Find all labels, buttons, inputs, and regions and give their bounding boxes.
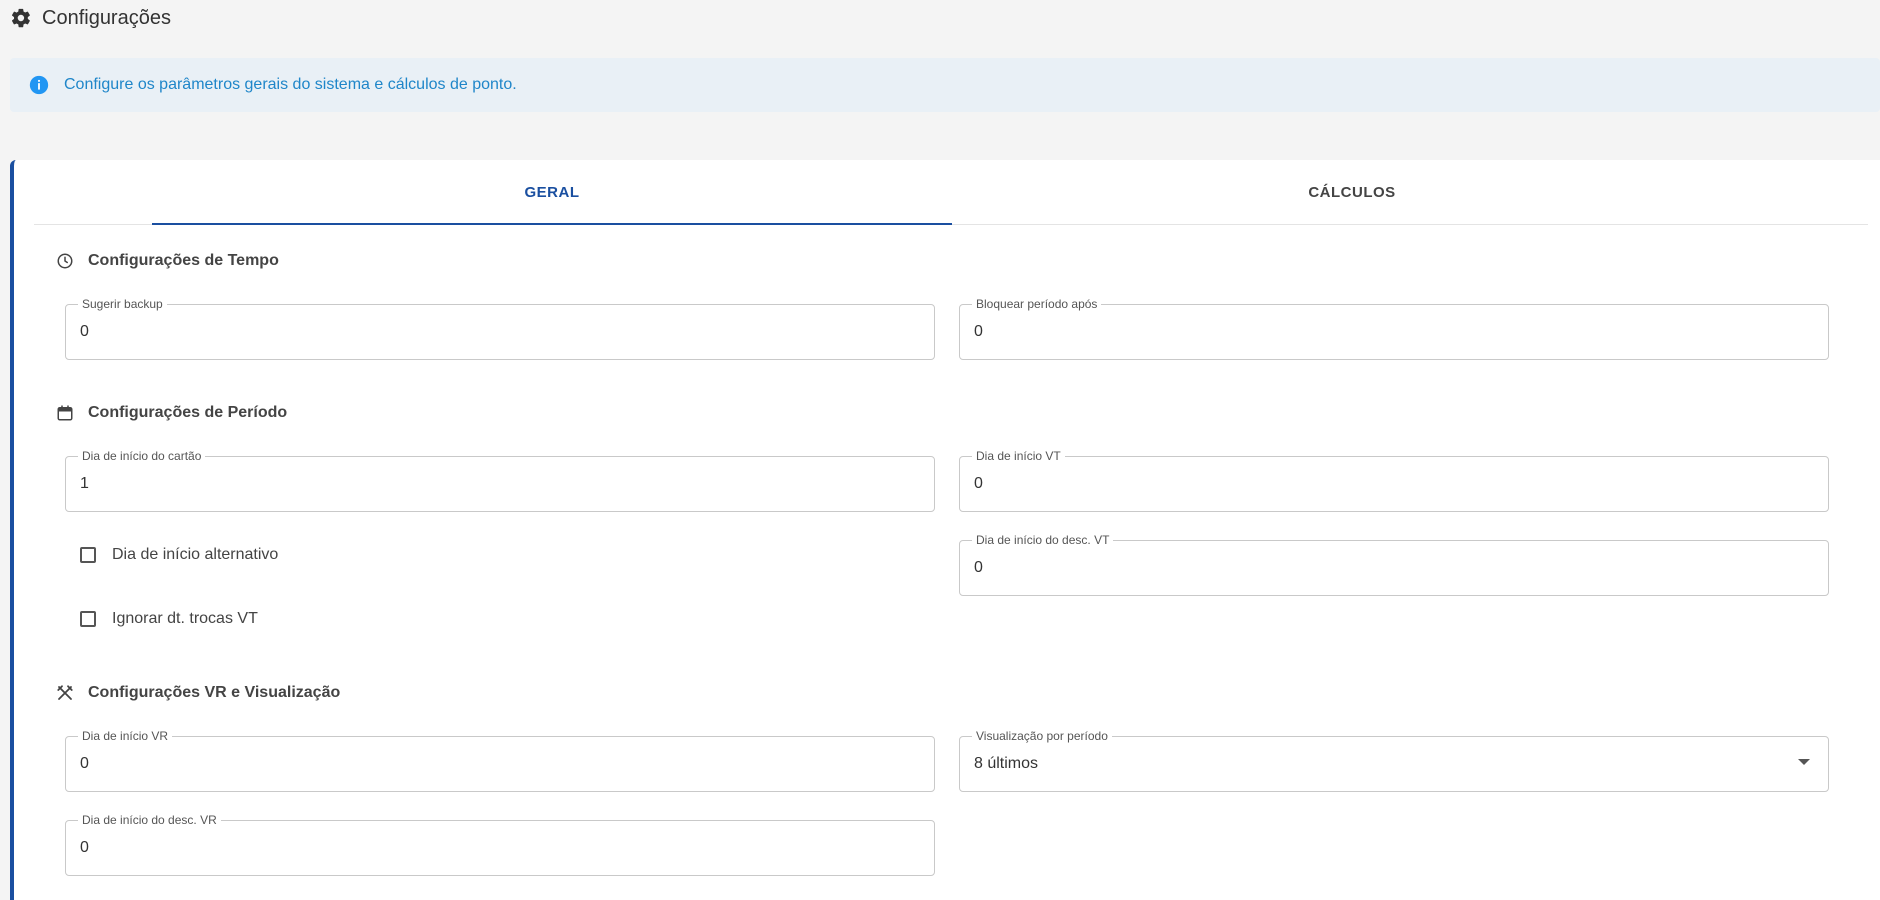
ignorar-trocas-vt-checkbox[interactable]	[80, 611, 96, 627]
section-tempo-label: Configurações de Tempo	[88, 252, 279, 269]
tab-calculos[interactable]: CÁLCULOS	[952, 160, 1752, 224]
dia-inicio-vr-field[interactable]: Dia de início VR 0	[65, 729, 935, 792]
ignorar-trocas-vt-label: Ignorar dt. trocas VT	[112, 610, 258, 627]
dia-inicio-vt-value: 0	[974, 475, 983, 492]
tab-geral-label: GERAL	[524, 183, 580, 201]
dia-inicio-vt-field[interactable]: Dia de início VT 0	[959, 449, 1829, 512]
dia-inicio-desc-vt-label: Dia de início do desc. VT	[972, 533, 1114, 547]
info-banner: Configure os parâmetros gerais do sistem…	[10, 58, 1880, 112]
dia-inicio-alternativo-row[interactable]: Dia de início alternativo	[80, 546, 278, 564]
sugerir-backup-field[interactable]: Sugerir backup 0	[65, 297, 935, 360]
dia-inicio-desc-vr-field[interactable]: Dia de início do desc. VR 0	[65, 813, 935, 876]
section-vr-label: Configurações VR e Visualização	[88, 684, 341, 701]
dia-inicio-cartao-label: Dia de início do cartão	[78, 449, 206, 463]
dia-inicio-alternativo-checkbox[interactable]	[80, 547, 96, 563]
visualizacao-periodo-select[interactable]: Visualização por período 8 últimos	[959, 729, 1829, 792]
info-icon	[29, 75, 49, 95]
tab-geral[interactable]: GERAL	[152, 160, 952, 225]
bloquear-periodo-field[interactable]: Bloquear período após 0	[959, 297, 1829, 360]
dia-inicio-desc-vt-value: 0	[974, 559, 983, 576]
clock-icon	[57, 253, 73, 269]
page-title: Configurações	[42, 6, 171, 29]
gear-icon	[11, 8, 30, 28]
calendar-icon	[57, 405, 73, 421]
section-periodo-label: Configurações de Período	[88, 404, 288, 421]
dia-inicio-desc-vt-field[interactable]: Dia de início do desc. VT 0	[959, 533, 1829, 596]
dia-inicio-cartao-value: 1	[80, 475, 89, 492]
dia-inicio-desc-vr-value: 0	[80, 839, 89, 856]
ignorar-trocas-vt-row[interactable]: Ignorar dt. trocas VT	[80, 610, 258, 628]
visualizacao-periodo-value: 8 últimos	[974, 755, 1039, 772]
dia-inicio-alternativo-label: Dia de início alternativo	[112, 546, 279, 563]
section-vr-title: Configurações VR e Visualização	[56, 684, 340, 702]
section-tempo-title: Configurações de Tempo	[56, 252, 279, 270]
dia-inicio-vt-label: Dia de início VT	[972, 449, 1065, 463]
tab-bar: GERAL CÁLCULOS	[34, 160, 1868, 225]
page-header: Configurações	[10, 6, 171, 30]
utensils-icon	[57, 685, 73, 700]
dia-inicio-vr-label: Dia de início VR	[78, 729, 173, 743]
sugerir-backup-label: Sugerir backup	[78, 297, 167, 311]
dia-inicio-desc-vr-label: Dia de início do desc. VR	[78, 813, 221, 827]
visualizacao-periodo-label: Visualização por período	[972, 729, 1112, 743]
dia-inicio-cartao-field[interactable]: Dia de início do cartão 1	[65, 449, 935, 512]
section-periodo-title: Configurações de Período	[56, 404, 287, 422]
chevron-down-icon[interactable]	[1798, 759, 1810, 765]
settings-card: GERAL CÁLCULOS Configurações de Tempo Su…	[10, 160, 1880, 900]
info-message: Configure os parâmetros gerais do sistem…	[64, 76, 517, 93]
bloquear-periodo-value: 0	[974, 323, 983, 340]
bloquear-periodo-label: Bloquear período após	[972, 297, 1102, 311]
dia-inicio-vr-value: 0	[80, 755, 89, 772]
sugerir-backup-value: 0	[80, 323, 89, 340]
tab-calculos-label: CÁLCULOS	[1308, 183, 1396, 201]
